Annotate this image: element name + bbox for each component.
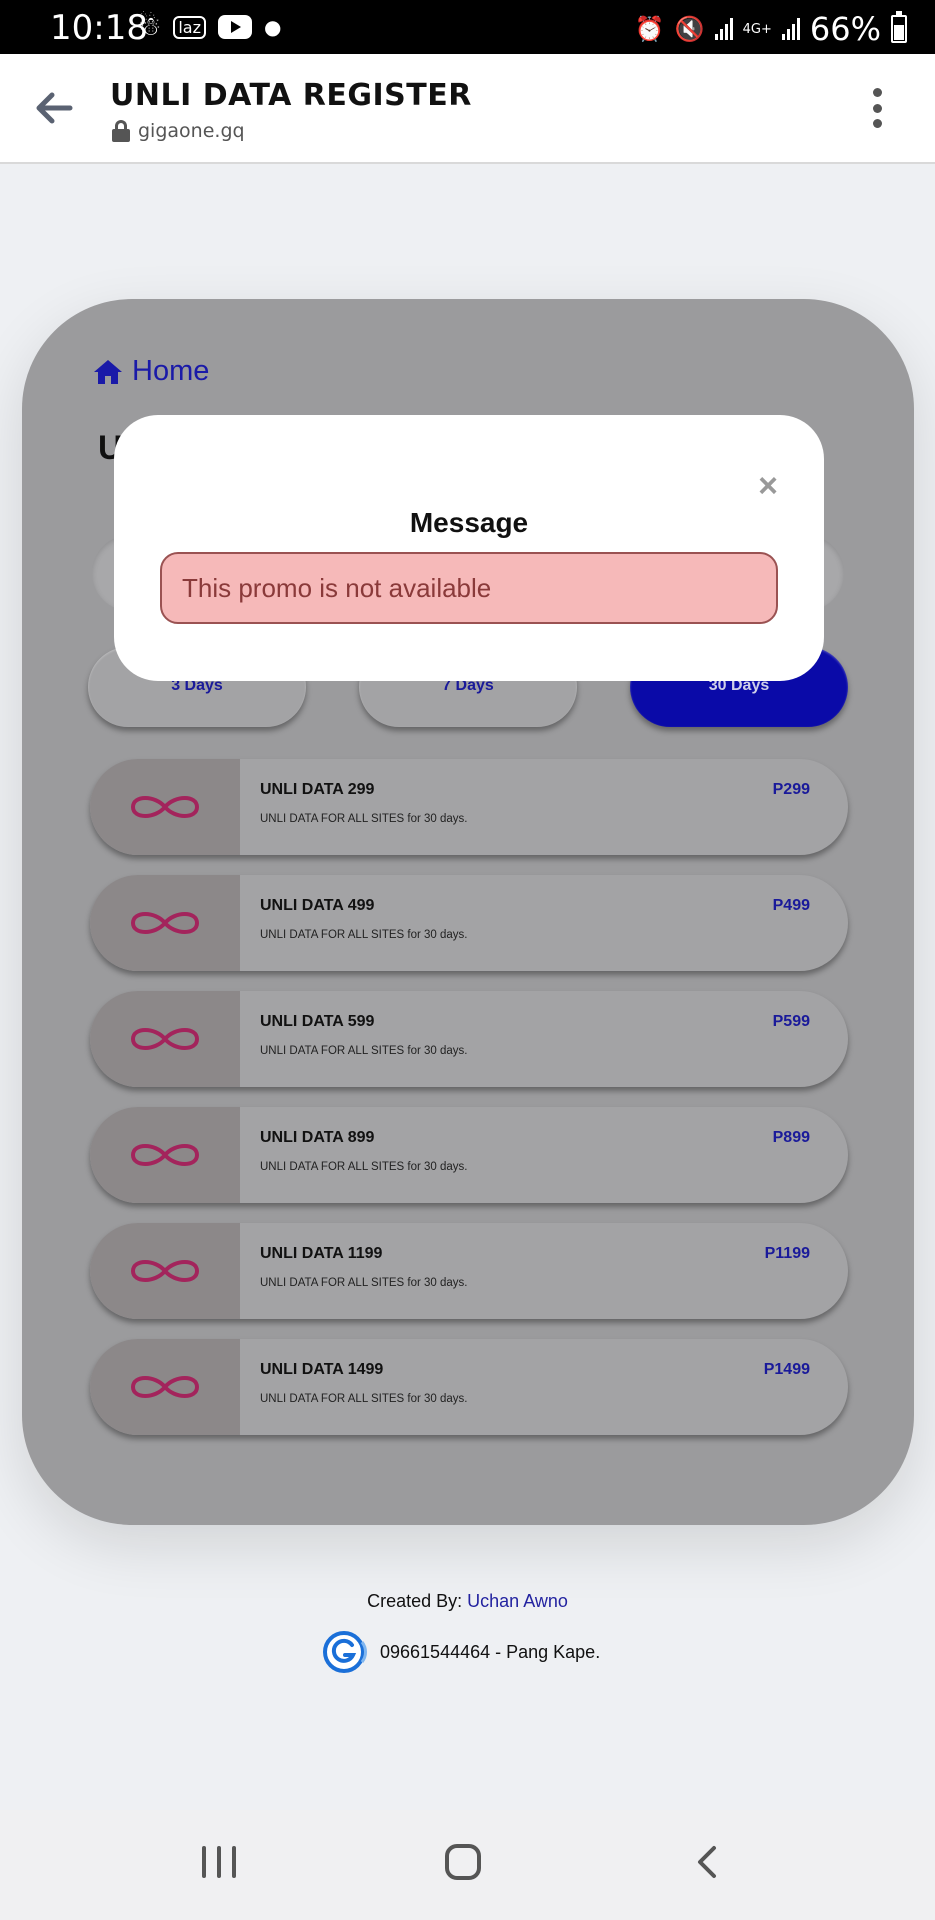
- home-link[interactable]: Home: [92, 355, 209, 388]
- more-options-icon[interactable]: [871, 88, 883, 128]
- plan-price: P299: [772, 781, 810, 798]
- plan-name: UNLI DATA 1199: [260, 1245, 383, 1262]
- close-icon[interactable]: ×: [758, 469, 778, 503]
- created-by-label: Created By:: [367, 1591, 463, 1611]
- plan-name: UNLI DATA 1499: [260, 1361, 384, 1378]
- plan-item[interactable]: UNLI DATA 499 UNLI DATA FOR ALL SITES fo…: [90, 875, 848, 971]
- notification-icon: ☃: [138, 12, 162, 42]
- plan-body: UNLI DATA 599 UNLI DATA FOR ALL SITES fo…: [240, 991, 848, 1087]
- recent-apps-icon[interactable]: [202, 1846, 236, 1878]
- plan-body: UNLI DATA 499 UNLI DATA FOR ALL SITES fo…: [240, 875, 848, 971]
- plan-description: UNLI DATA FOR ALL SITES for 30 days.: [260, 1161, 468, 1173]
- plan-description: UNLI DATA FOR ALL SITES for 30 days.: [260, 929, 468, 941]
- plan-description: UNLI DATA FOR ALL SITES for 30 days.: [260, 1277, 468, 1289]
- author-link[interactable]: Uchan Awno: [467, 1591, 568, 1611]
- url-text: gigaone.gq: [138, 120, 245, 142]
- plan-body: UNLI DATA 1199 UNLI DATA FOR ALL SITES f…: [240, 1223, 848, 1319]
- home-label: Home: [132, 355, 210, 387]
- plan-price: P899: [772, 1129, 810, 1146]
- system-nav-bar: [0, 1810, 935, 1920]
- signal-icon: [714, 18, 733, 40]
- footer-credit: Created By: Uchan Awno: [0, 1591, 935, 1612]
- home-icon: [94, 359, 122, 384]
- message-dialog: × Message This promo is not available: [114, 415, 824, 681]
- plan-item[interactable]: UNLI DATA 899 UNLI DATA FOR ALL SITES fo…: [90, 1107, 848, 1203]
- alert-message: This promo is not available: [160, 552, 778, 624]
- plan-icon-box: [90, 991, 240, 1087]
- lazada-icon: laz: [173, 15, 206, 39]
- plan-description: UNLI DATA FOR ALL SITES for 30 days.: [260, 1393, 468, 1405]
- home-button-icon[interactable]: [445, 1844, 481, 1880]
- status-time: 10:18: [50, 8, 148, 48]
- lock-icon: [112, 120, 130, 142]
- back-arrow-icon[interactable]: [30, 84, 78, 132]
- dot-icon: ●: [263, 15, 282, 39]
- mute-icon: 🔇: [674, 15, 705, 43]
- plan-price: P1199: [764, 1245, 810, 1262]
- status-left-icons: ☃ laz ●: [138, 12, 281, 42]
- infinity-icon: [130, 796, 200, 818]
- url-row[interactable]: gigaone.gq: [112, 120, 245, 142]
- plan-description: UNLI DATA FOR ALL SITES for 30 days.: [260, 1045, 468, 1057]
- plan-price: P599: [772, 1013, 810, 1030]
- plan-icon-box: [90, 875, 240, 971]
- plan-name: UNLI DATA 899: [260, 1129, 375, 1146]
- youtube-icon: [217, 15, 252, 39]
- battery-percent: 66%: [809, 10, 881, 48]
- infinity-icon: [130, 912, 200, 934]
- status-right-icons: ⏰ 🔇 4G+ 66%: [635, 10, 907, 48]
- footer-contact: 09661544464 - Pang Kape.: [322, 1628, 600, 1676]
- signal-icon-2: [781, 18, 800, 40]
- plan-name: UNLI DATA 499: [260, 897, 375, 914]
- plan-icon-box: [90, 1339, 240, 1435]
- plan-body: UNLI DATA 1499 UNLI DATA FOR ALL SITES f…: [240, 1339, 848, 1435]
- plan-description: UNLI DATA FOR ALL SITES for 30 days.: [260, 813, 468, 825]
- plan-item[interactable]: UNLI DATA 1499 UNLI DATA FOR ALL SITES f…: [90, 1339, 848, 1435]
- infinity-icon: [130, 1376, 200, 1398]
- plan-price: P499: [772, 897, 810, 914]
- dialog-title: Message: [409, 507, 529, 538]
- status-bar: 10:18 ☃ laz ● ⏰ 🔇 4G+ 66%: [0, 0, 935, 54]
- plan-name: UNLI DATA 599: [260, 1013, 375, 1030]
- plan-list: UNLI DATA 299 UNLI DATA FOR ALL SITES fo…: [90, 759, 848, 1455]
- gcash-logo-icon: [323, 1631, 367, 1673]
- plan-name: UNLI DATA 299: [260, 781, 375, 798]
- plan-icon-box: [90, 1223, 240, 1319]
- plan-item[interactable]: UNLI DATA 1199 UNLI DATA FOR ALL SITES f…: [90, 1223, 848, 1319]
- plan-body: UNLI DATA 299 UNLI DATA FOR ALL SITES fo…: [240, 759, 848, 855]
- browser-toolbar: UNLI DATA REGISTER gigaone.gq: [0, 54, 935, 164]
- infinity-icon: [130, 1028, 200, 1050]
- page-title: UNLI DATA REGISTER: [110, 78, 472, 113]
- infinity-icon: [130, 1144, 200, 1166]
- contact-text: 09661544464 - Pang Kape.: [380, 1641, 601, 1662]
- plan-body: UNLI DATA 899 UNLI DATA FOR ALL SITES fo…: [240, 1107, 848, 1203]
- battery-icon: [891, 11, 907, 43]
- network-type: 4G+: [742, 21, 772, 37]
- alarm-icon: ⏰: [634, 15, 665, 43]
- plan-icon-box: [90, 759, 240, 855]
- nav-back-icon[interactable]: [690, 1844, 726, 1880]
- plan-item[interactable]: UNLI DATA 599 UNLI DATA FOR ALL SITES fo…: [90, 991, 848, 1087]
- infinity-icon: [130, 1260, 200, 1282]
- plan-price: P1499: [763, 1361, 810, 1378]
- plan-item[interactable]: UNLI DATA 299 UNLI DATA FOR ALL SITES fo…: [90, 759, 848, 855]
- plan-icon-box: [90, 1107, 240, 1203]
